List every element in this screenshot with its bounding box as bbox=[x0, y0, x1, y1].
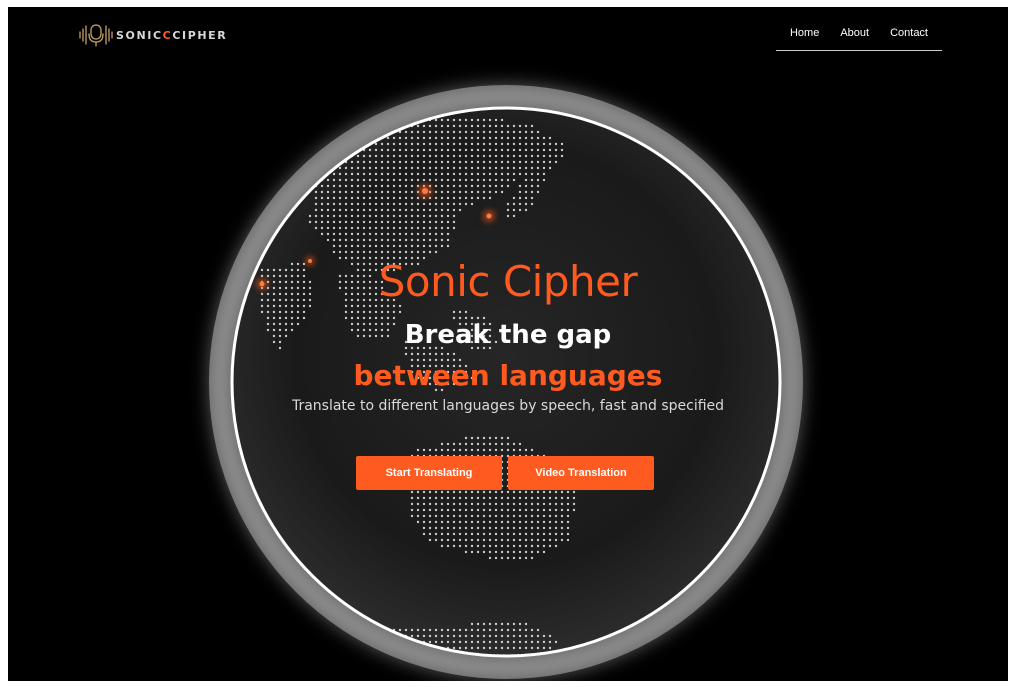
nav-contact[interactable]: Contact bbox=[890, 26, 928, 50]
logo-text: SONICCCIPHER bbox=[116, 28, 228, 42]
hero-tagline-line2: between languages bbox=[353, 359, 663, 392]
logo[interactable]: SONICCCIPHER bbox=[78, 23, 227, 47]
nav-home[interactable]: Home bbox=[790, 26, 819, 50]
video-translation-button[interactable]: Video Translation bbox=[508, 456, 654, 490]
hero-tagline-line1: Break the gap bbox=[404, 320, 612, 350]
hero-title: Sonic Cipher bbox=[378, 257, 638, 306]
hero-description: Translate to different languages by spee… bbox=[291, 398, 725, 414]
main-nav: Home About Contact bbox=[776, 23, 942, 51]
page-frame: SONICCCIPHER Home About Contact Sonic Ci… bbox=[8, 7, 1008, 681]
start-translating-button[interactable]: Start Translating bbox=[356, 456, 502, 490]
nav-about[interactable]: About bbox=[840, 26, 869, 50]
microphone-soundwave-icon bbox=[79, 24, 113, 47]
